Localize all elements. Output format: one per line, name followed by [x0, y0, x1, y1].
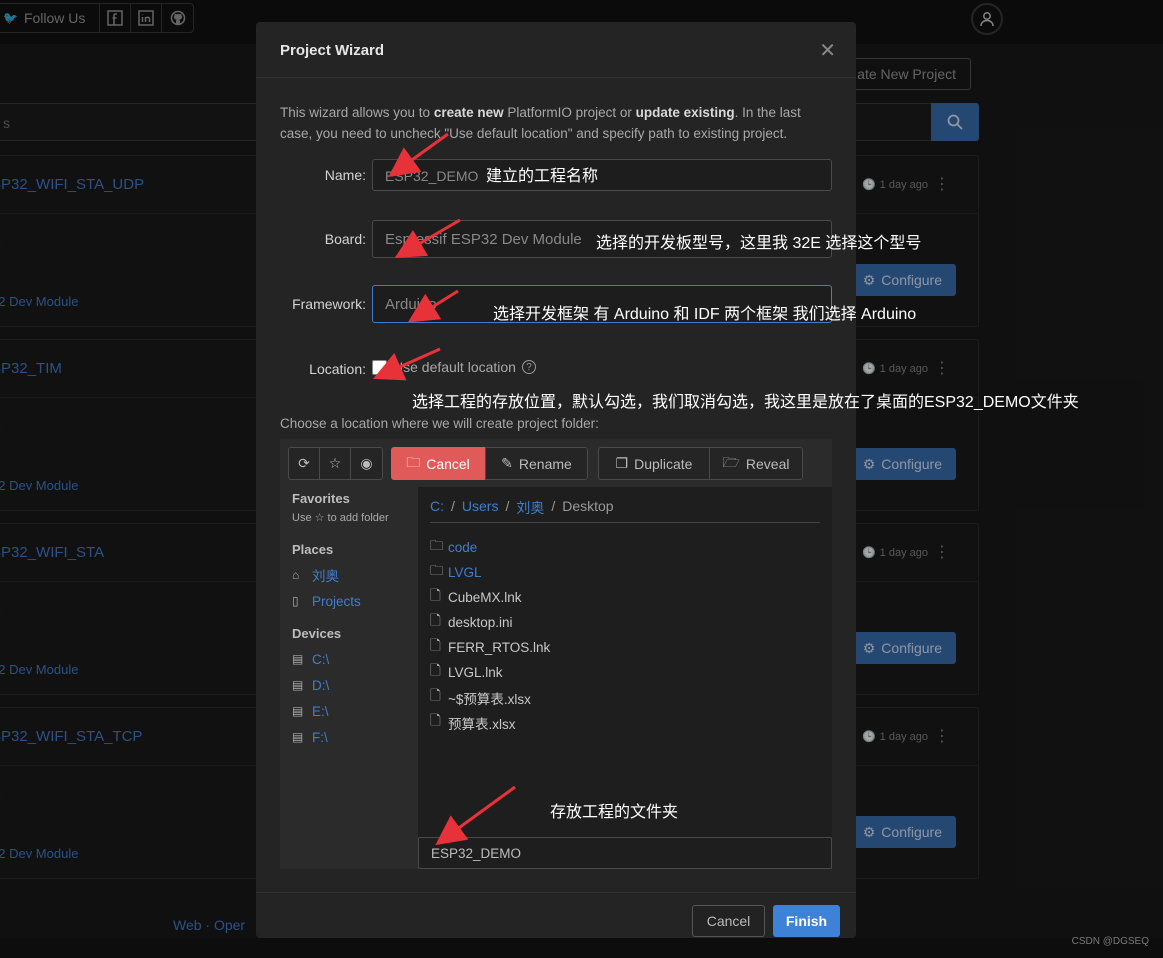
file-item: 🗋 FERR_RTOS.lnk: [430, 635, 550, 660]
browser-icon-toolbar: ⟳ ☆ ◉: [288, 447, 383, 480]
board-label: Board:: [324, 231, 366, 247]
favorites-heading: Favorites: [292, 491, 350, 506]
location-label: Location:: [309, 361, 366, 377]
folder-open-icon: 🗁: [722, 453, 740, 470]
use-default-location-checkbox[interactable]: [372, 359, 387, 375]
breadcrumb-separator: /: [551, 498, 556, 514]
breadcrumb-item[interactable]: C:: [430, 498, 444, 518]
file-item: 🗋 预算表.xlsx: [430, 710, 550, 735]
modal-title: Project Wizard: [280, 42, 385, 59]
breadcrumb-divider: [430, 522, 820, 523]
cancel-button[interactable]: Cancel: [692, 905, 765, 937]
reveal-button[interactable]: 🗁 Reveal: [710, 448, 802, 479]
breadcrumb-separator: /: [451, 498, 455, 514]
close-icon[interactable]: ✕: [819, 38, 836, 63]
help-icon[interactable]: ?: [521, 360, 536, 374]
drive-icon: ▤: [292, 704, 304, 718]
bookmark-icon: ▯: [292, 594, 299, 608]
star-icon[interactable]: ☆: [320, 448, 351, 479]
home-icon: ⌂: [292, 568, 300, 582]
breadcrumb-separator: /: [505, 498, 510, 514]
devices-heading: Devices: [292, 626, 342, 641]
drive-icon: ▤: [292, 678, 304, 692]
copy-icon: ❐: [615, 455, 629, 471]
device-item[interactable]: ▤ C:\: [292, 646, 412, 672]
file-list: 🗀 code 🗀 LVGL 🗋 CubeMX.lnk 🗋 desktop.ini 🗋 FE…: [430, 535, 550, 735]
browser-sidebar: Favorites Use ☆ to add folder Places ⌂ 刘奥…: [292, 491, 412, 750]
breadcrumb: C: / Users / 刘奥 / Desktop: [430, 498, 614, 518]
places-heading: Places: [292, 542, 334, 557]
drive-icon: ▤: [292, 652, 304, 666]
file-icon: 🗋: [430, 688, 441, 703]
project-name-input[interactable]: ESP32_DEMO: [372, 159, 832, 191]
folder-icon: 🗀: [406, 453, 421, 470]
modal-footer: Cancel Finish: [256, 892, 856, 938]
use-default-location-label: Use default location: [393, 359, 516, 375]
eye-icon[interactable]: ◉: [351, 448, 382, 479]
drive-icon: ▤: [292, 730, 304, 744]
finish-button[interactable]: Finish: [773, 905, 840, 937]
breadcrumb-current: Desktop: [562, 498, 614, 514]
device-item[interactable]: ▤ D:\: [292, 672, 412, 698]
choose-location-text: Choose a location where we will create p…: [280, 416, 599, 431]
folder-item[interactable]: 🗀 LVGL: [430, 560, 550, 585]
file-item: 🗋 desktop.ini: [430, 610, 550, 635]
browser-action-toolbar: 🗀 Cancel ✎ Rename: [391, 447, 588, 480]
folder-item[interactable]: 🗀 code: [430, 535, 550, 560]
wizard-intro: This wizard allows you to create new Pla…: [280, 105, 801, 141]
annotation-name: 建立的工程名称: [486, 168, 599, 185]
file-icon: 🗋: [430, 588, 441, 603]
folder-icon: 🗀: [430, 538, 444, 553]
refresh-icon[interactable]: ⟳: [289, 448, 320, 479]
annotation-location: 选择工程的存放位置，默认勾选，我们取消勾选，我这里是放在了桌面的ESP32_DE…: [412, 394, 1079, 411]
pencil-icon: ✎: [501, 455, 513, 471]
framework-label: Framework:: [292, 296, 366, 312]
browser-file-toolbar: ❐ Duplicate 🗁 Reveal: [598, 447, 803, 480]
annotation-folder: 存放工程的文件夹: [550, 804, 679, 821]
file-icon: 🗋: [430, 713, 441, 728]
name-label: Name:: [324, 167, 366, 183]
annotation-framework: 选择开发框架 有 Arduino 和 IDF 两个框架 我们选择 Arduino: [493, 306, 917, 323]
device-item[interactable]: ▤ F:\: [292, 724, 412, 750]
file-item: 🗋 CubeMX.lnk: [430, 585, 550, 610]
file-item: 🗋 ~$预算表.xlsx: [430, 685, 550, 710]
place-item-projects[interactable]: ▯ Projects: [292, 588, 412, 614]
breadcrumb-item[interactable]: Users: [462, 498, 499, 518]
file-icon: 🗋: [430, 638, 441, 653]
breadcrumb-item[interactable]: 刘奥: [516, 498, 544, 518]
modal-header: Project Wizard ✕: [256, 22, 856, 78]
folder-icon: 🗀: [430, 563, 444, 578]
rename-button[interactable]: ✎ Rename: [485, 447, 588, 480]
annotation-board: 选择的开发板型号，这里我 32E 选择这个型号: [596, 235, 922, 252]
folder-name-input[interactable]: ESP32_DEMO: [418, 837, 832, 869]
file-pane: C: / Users / 刘奥 / Desktop 🗀 code 🗀 LVGL 🗋 C…: [418, 487, 832, 837]
file-icon: 🗋: [430, 613, 441, 628]
cancel-folder-button[interactable]: 🗀 Cancel: [391, 447, 485, 480]
use-default-location[interactable]: Use default location ?: [372, 359, 536, 375]
device-item[interactable]: ▤ E:\: [292, 698, 412, 724]
favorites-hint: Use ☆ to add folder: [292, 512, 389, 524]
duplicate-button[interactable]: ❐ Duplicate: [599, 448, 710, 479]
file-icon: 🗋: [430, 663, 441, 678]
place-item-home[interactable]: ⌂ 刘奥: [292, 562, 412, 588]
file-item: 🗋 LVGL.lnk: [430, 660, 550, 685]
